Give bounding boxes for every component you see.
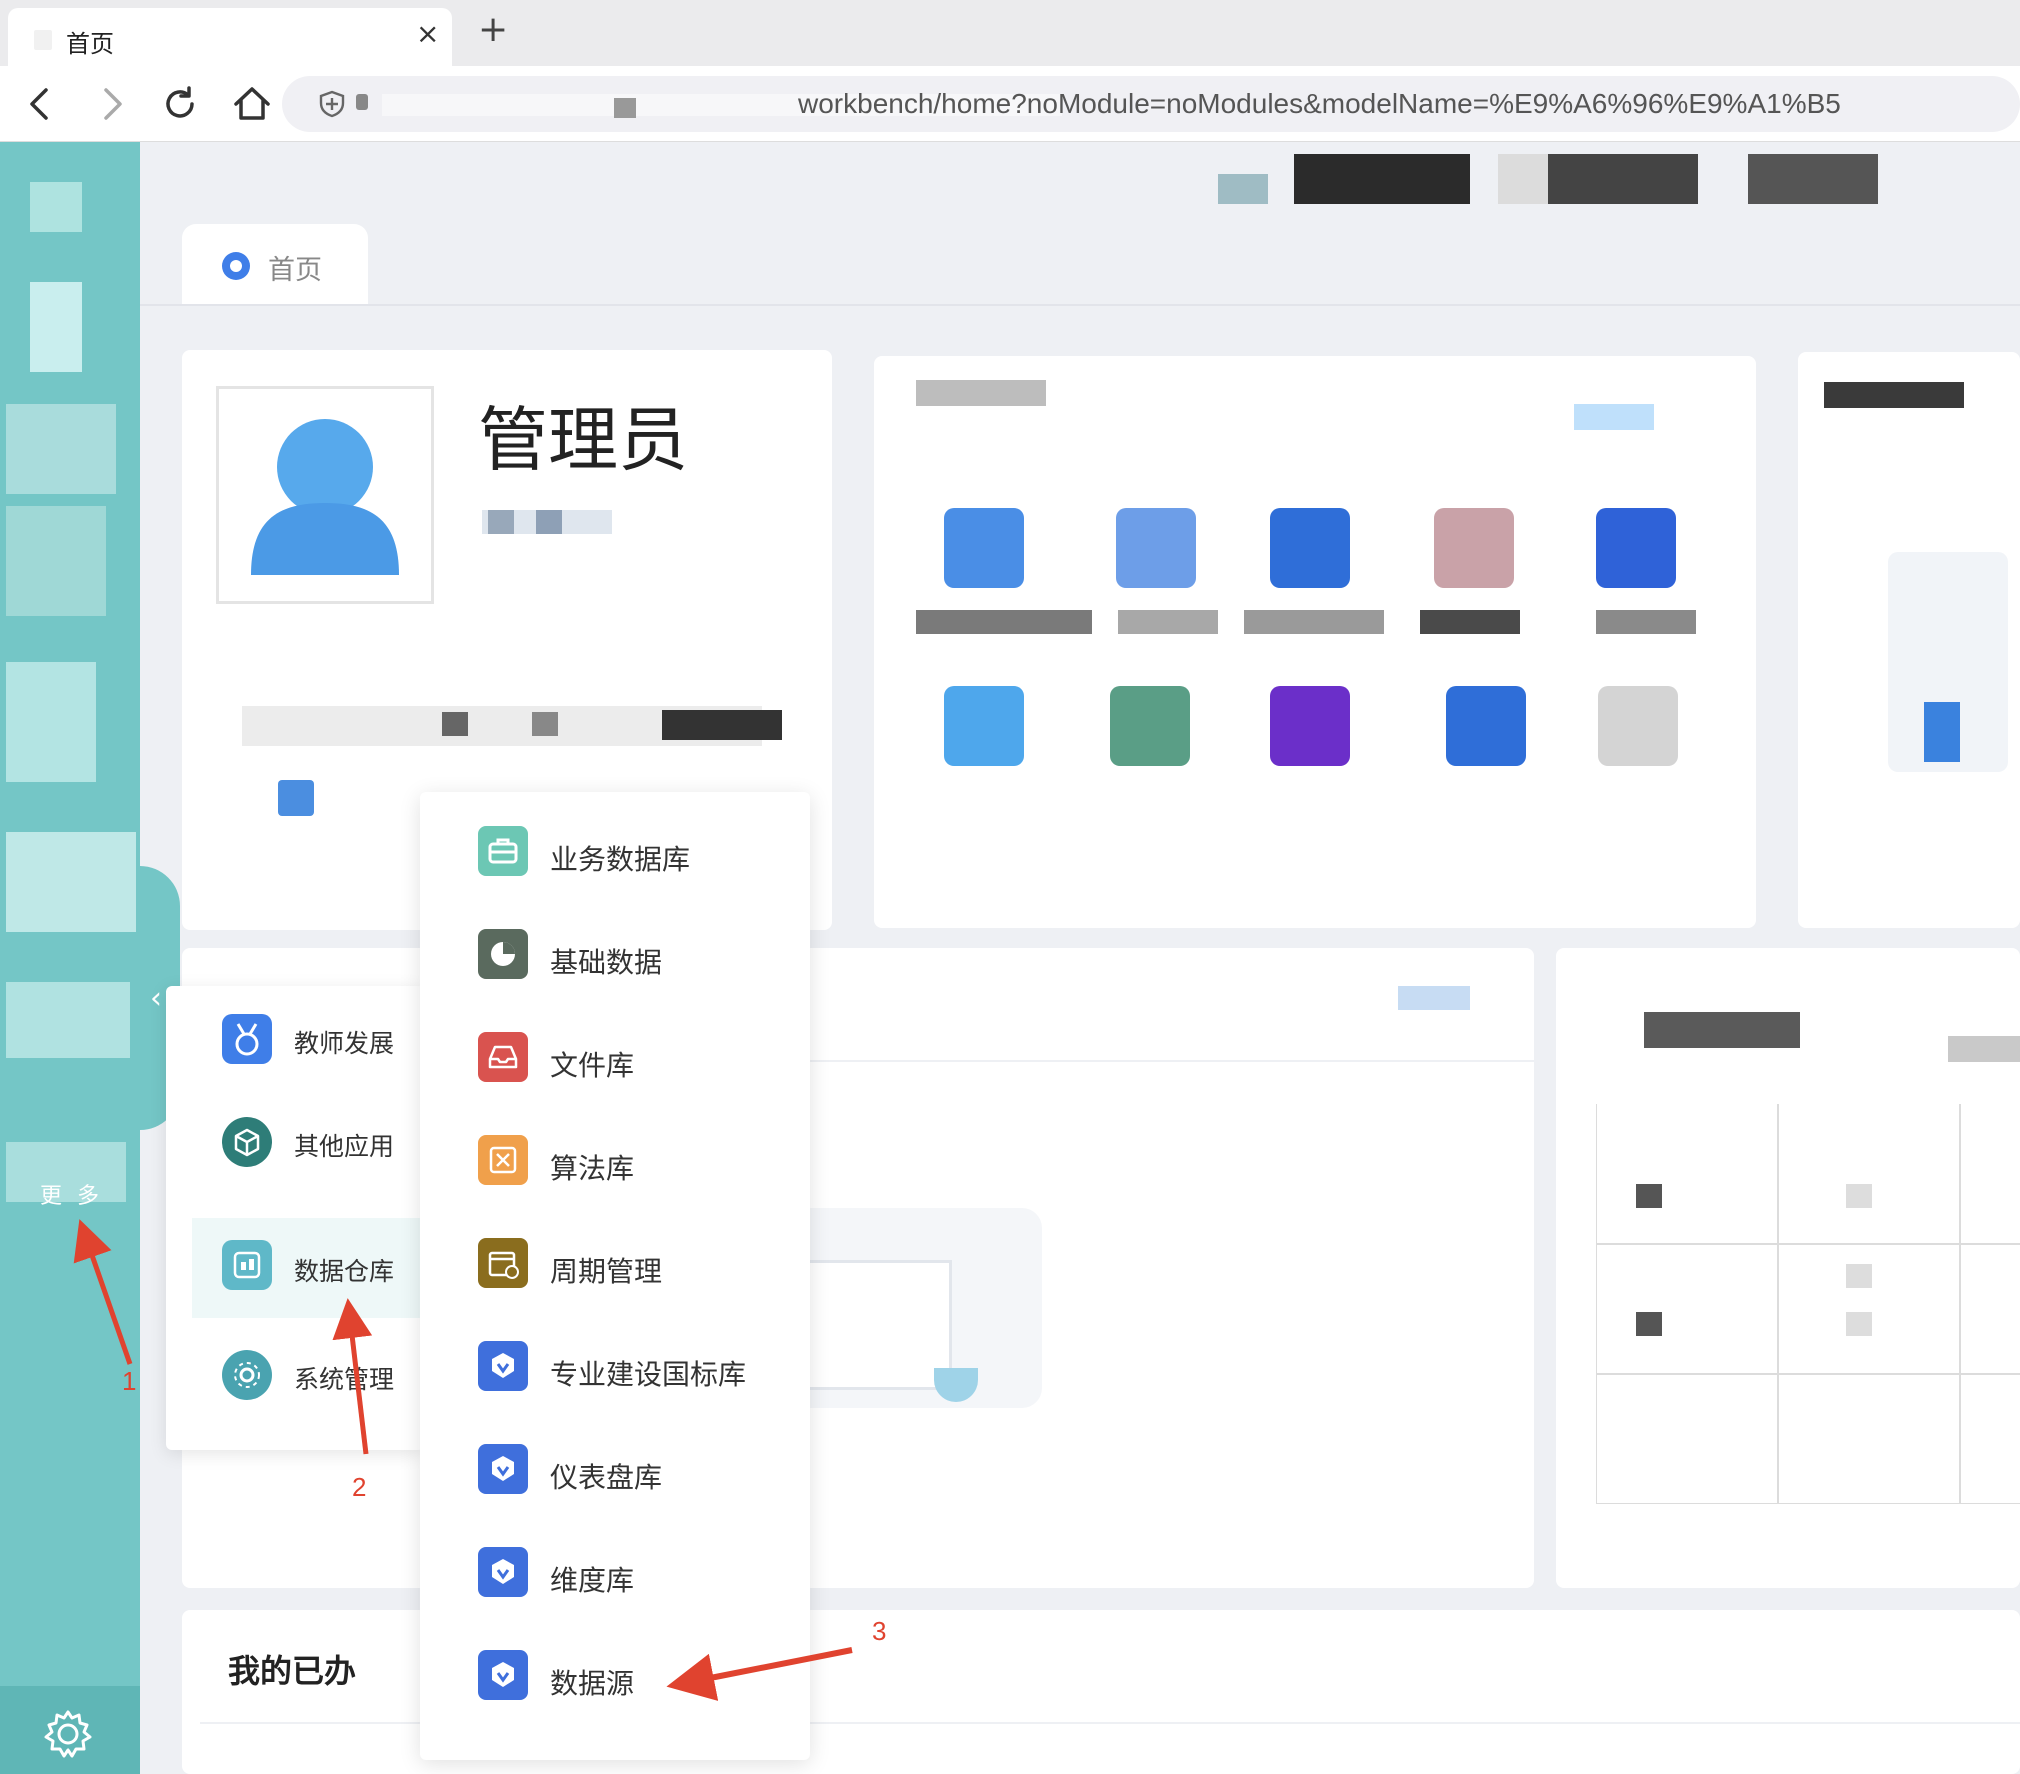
annotation-arrow-3 [666, 1647, 853, 1701]
annotation-label-2: 2 [352, 1472, 367, 1502]
annotation-label-3: 3 [872, 1616, 887, 1646]
annotation-arrow-2 [332, 1298, 373, 1455]
annotation-arrows [73, 1219, 853, 1701]
annotation-label-1: 1 [122, 1366, 137, 1396]
annotation-arrow-1 [73, 1219, 133, 1365]
